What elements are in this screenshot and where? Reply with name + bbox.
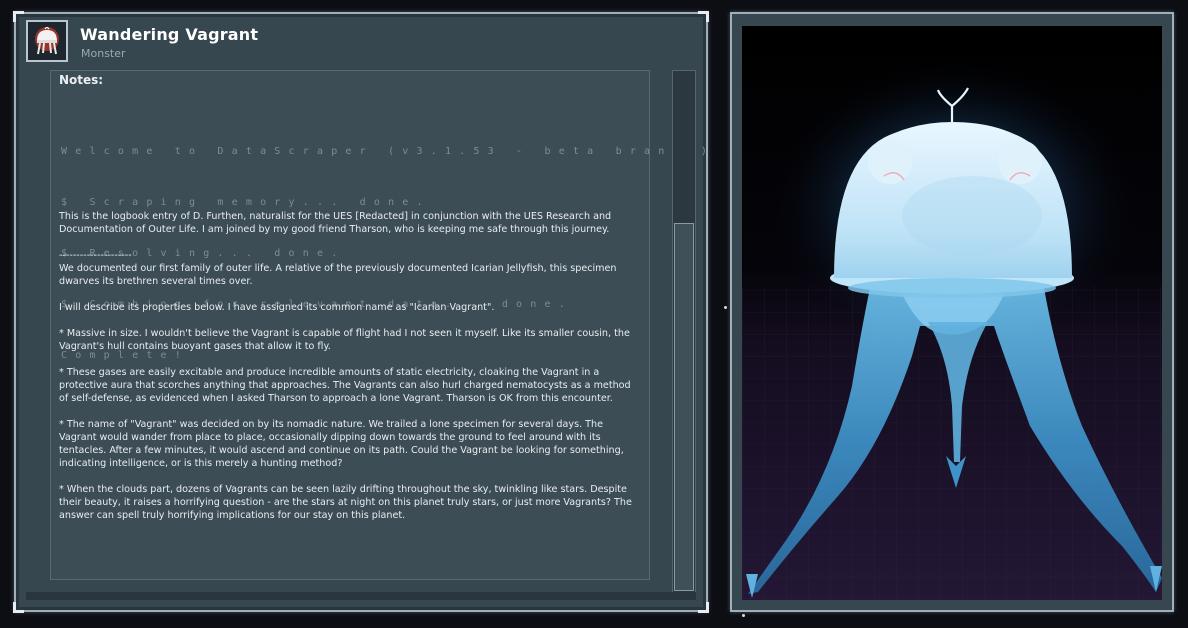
logbook-paragraph: * These gases are easily excitable and p…	[59, 367, 631, 404]
entry-portrait	[26, 20, 68, 62]
star-sparkle	[724, 306, 727, 309]
panel-footer-strip	[26, 592, 696, 600]
frame-corner	[13, 11, 24, 22]
terminal-line: Welcome to DataScraper (v3.1.53 - beta b…	[61, 146, 716, 157]
notes-scrollbar[interactable]	[672, 70, 696, 594]
logbook-paragraph: * When the clouds part, dozens of Vagran…	[59, 484, 632, 521]
model-preview-panel	[730, 12, 1174, 612]
logbook-separator: ---------------------	[59, 250, 132, 261]
logbook-body: This is the logbook entry of D. Furthen,…	[59, 210, 637, 535]
scrollbar-thumb[interactable]	[674, 223, 694, 591]
vagrant-jellyfish-icon	[35, 26, 59, 55]
notes-scroll-area[interactable]: Notes: Welcome to DataScraper (v3.1.53 -…	[50, 70, 707, 580]
logbook-paragraph: This is the logbook entry of D. Furthen,…	[59, 211, 612, 235]
logbook-paragraph: We documented our first family of outer …	[59, 263, 617, 287]
logbook-paragraph: * Massive in size. I wouldn't believe th…	[59, 328, 630, 352]
frame-corner	[13, 602, 24, 613]
logbook-paragraph: * The name of "Vagrant" was decided on b…	[59, 419, 624, 469]
entry-header: Wandering Vagrant Monster	[24, 20, 698, 72]
entry-title: Wandering Vagrant	[80, 25, 259, 44]
model-viewport[interactable]	[742, 26, 1162, 600]
star-sparkle	[742, 614, 745, 617]
frame-corner	[698, 11, 709, 22]
wandering-vagrant-model	[742, 26, 1162, 600]
frame-corner	[698, 602, 709, 613]
notes-heading: Notes:	[59, 73, 104, 87]
logbook-panel: Wandering Vagrant Monster Notes: Welcome…	[13, 11, 709, 613]
logbook-paragraph: I will describe its properties below. I …	[59, 302, 495, 313]
entry-category: Monster	[81, 47, 126, 60]
terminal-line: $ Scraping memory... done.	[61, 197, 431, 208]
